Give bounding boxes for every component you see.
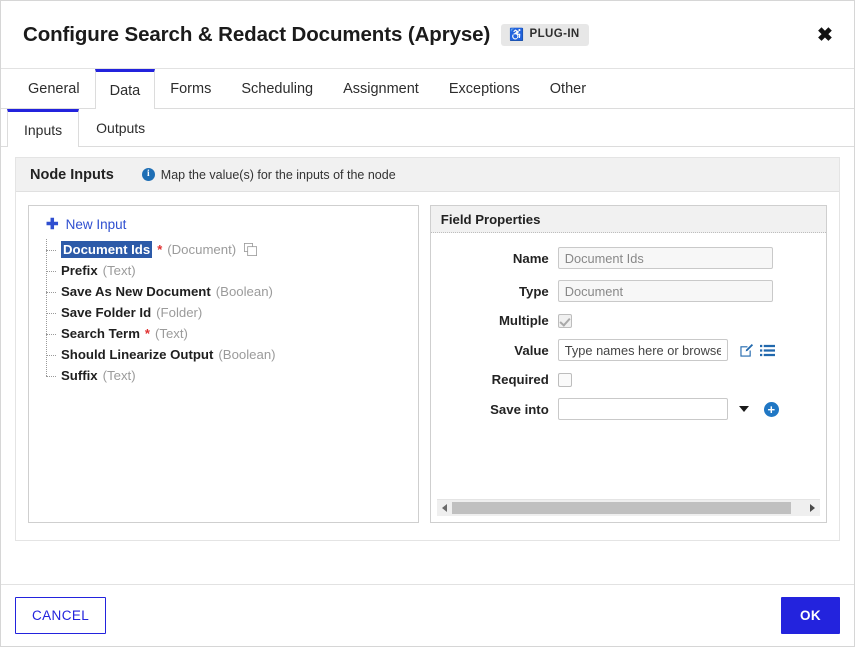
property-row-value: Value	[431, 339, 816, 361]
tree-item-label: Suffix	[61, 368, 98, 383]
tab-label: Forms	[170, 81, 211, 97]
value-label: Value	[431, 343, 549, 358]
property-row-required: Required	[431, 372, 816, 387]
property-row-name: Name	[431, 247, 816, 269]
name-field[interactable]	[558, 247, 773, 269]
field-properties-panel: Field Properties Name Type Multiple	[430, 205, 827, 523]
scrollbar-thumb[interactable]	[452, 502, 791, 514]
inputs-tree-panel: ✚ New Input Document Ids * (Document)	[28, 205, 419, 523]
tree-item-type: (Folder)	[156, 305, 202, 320]
tree-item-search-term[interactable]: Search Term * (Text)	[46, 323, 410, 344]
required-checkbox[interactable]	[558, 373, 572, 387]
properties-horizontal-scrollbar[interactable]	[437, 499, 820, 516]
dialog-content: Node Inputs i Map the value(s) for the i…	[1, 147, 854, 584]
tab-scheduling[interactable]: Scheduling	[226, 69, 328, 108]
field-properties-body: Name Type Multiple Value	[431, 233, 826, 499]
tab-assignment[interactable]: Assignment	[328, 69, 434, 108]
tree-item-type: (Text)	[103, 263, 136, 278]
tab-label: Other	[550, 81, 586, 97]
subtab-label: Outputs	[96, 120, 145, 136]
tree-item-label: Prefix	[61, 263, 98, 278]
tree-item-save-folder-id[interactable]: Save Folder Id (Folder)	[46, 302, 410, 323]
tree-item-suffix[interactable]: Suffix (Text)	[46, 365, 410, 386]
sub-tab-bar: Inputs Outputs	[1, 109, 854, 147]
tree-item-save-as-new-document[interactable]: Save As New Document (Boolean)	[46, 281, 410, 302]
section-title: Node Inputs	[30, 167, 114, 183]
subtab-label: Inputs	[24, 122, 62, 138]
tree-item-type: (Text)	[103, 368, 136, 383]
property-row-multiple: Multiple	[431, 313, 816, 328]
section-hint: i Map the value(s) for the inputs of the…	[142, 168, 396, 182]
save-into-label: Save into	[431, 402, 549, 417]
tab-inputs[interactable]: Inputs	[7, 109, 79, 147]
tree-item-prefix[interactable]: Prefix (Text)	[46, 260, 410, 281]
list-icon[interactable]	[760, 343, 775, 358]
multiple-label: Multiple	[431, 313, 549, 328]
close-icon[interactable]: ✖	[812, 22, 838, 48]
edit-icon[interactable]	[739, 343, 754, 358]
tab-general[interactable]: General	[13, 69, 95, 108]
required-label: Required	[431, 372, 549, 387]
tree-item-type: (Text)	[155, 326, 188, 341]
value-input[interactable]	[558, 339, 728, 361]
tree-item-type: (Boolean)	[218, 347, 275, 362]
required-marker: *	[145, 326, 150, 341]
info-icon: i	[142, 168, 155, 181]
main-tab-bar: General Data Forms Scheduling Assignment…	[1, 69, 854, 109]
tab-data[interactable]: Data	[95, 69, 156, 109]
configure-dialog: Configure Search & Redact Documents (Apr…	[0, 0, 855, 647]
plugin-badge-label: PLUG-IN	[530, 29, 580, 41]
ok-button[interactable]: OK	[781, 597, 840, 634]
plug-icon: ♿	[509, 28, 524, 40]
tree-item-label: Save Folder Id	[61, 305, 151, 320]
tree-item-label: Search Term	[61, 326, 140, 341]
scrollbar-track[interactable]	[452, 502, 805, 514]
tab-label: Scheduling	[241, 81, 313, 97]
scroll-left-arrow-icon[interactable]	[437, 504, 452, 512]
property-row-save-into: Save into +	[431, 398, 816, 420]
tree-item-document-ids[interactable]: Document Ids * (Document)	[46, 239, 410, 260]
tab-exceptions[interactable]: Exceptions	[434, 69, 535, 108]
dialog-title: Configure Search & Redact Documents (Apr…	[23, 23, 490, 47]
tree-item-should-linearize-output[interactable]: Should Linearize Output (Boolean)	[46, 344, 410, 365]
type-label: Type	[431, 284, 549, 299]
plus-circle-icon[interactable]: +	[764, 402, 779, 417]
value-action-icons	[739, 343, 775, 358]
tab-label: Assignment	[343, 81, 419, 97]
dialog-footer: CANCEL OK	[1, 584, 854, 646]
new-input-button[interactable]: ✚ New Input	[39, 216, 410, 239]
node-inputs-header: Node Inputs i Map the value(s) for the i…	[16, 158, 839, 192]
section-hint-text: Map the value(s) for the inputs of the n…	[161, 168, 396, 182]
dialog-titlebar: Configure Search & Redact Documents (Apr…	[1, 1, 854, 69]
tab-label: General	[28, 81, 80, 97]
tab-label: Data	[110, 83, 141, 99]
chevron-down-icon[interactable]	[739, 406, 749, 412]
type-field[interactable]	[558, 280, 773, 302]
tab-other[interactable]: Other	[535, 69, 601, 108]
field-properties-title: Field Properties	[431, 206, 826, 233]
cancel-button[interactable]: CANCEL	[15, 597, 106, 634]
tab-label: Exceptions	[449, 81, 520, 97]
inputs-tree: Document Ids * (Document) Pre	[39, 239, 410, 386]
multiple-checkbox[interactable]	[558, 314, 572, 328]
scroll-right-arrow-icon[interactable]	[805, 504, 820, 512]
tree-item-label: Document Ids	[61, 241, 152, 258]
plugin-badge: ♿ PLUG-IN	[501, 24, 588, 46]
tab-outputs[interactable]: Outputs	[79, 109, 162, 146]
plus-icon: ✚	[46, 217, 59, 232]
save-into-input[interactable]	[558, 398, 728, 420]
required-marker: *	[157, 242, 162, 257]
tree-item-type: (Boolean)	[216, 284, 273, 299]
tree-item-label: Should Linearize Output	[61, 347, 213, 362]
tab-forms[interactable]: Forms	[155, 69, 226, 108]
new-input-label: New Input	[66, 217, 127, 232]
tree-item-label: Save As New Document	[61, 284, 211, 299]
node-inputs-panel: Node Inputs i Map the value(s) for the i…	[15, 157, 840, 541]
panels-row: ✚ New Input Document Ids * (Document)	[16, 192, 839, 523]
name-label: Name	[431, 251, 549, 266]
copy-icon[interactable]	[244, 243, 257, 256]
tree-item-type: (Document)	[167, 242, 236, 257]
property-row-type: Type	[431, 280, 816, 302]
